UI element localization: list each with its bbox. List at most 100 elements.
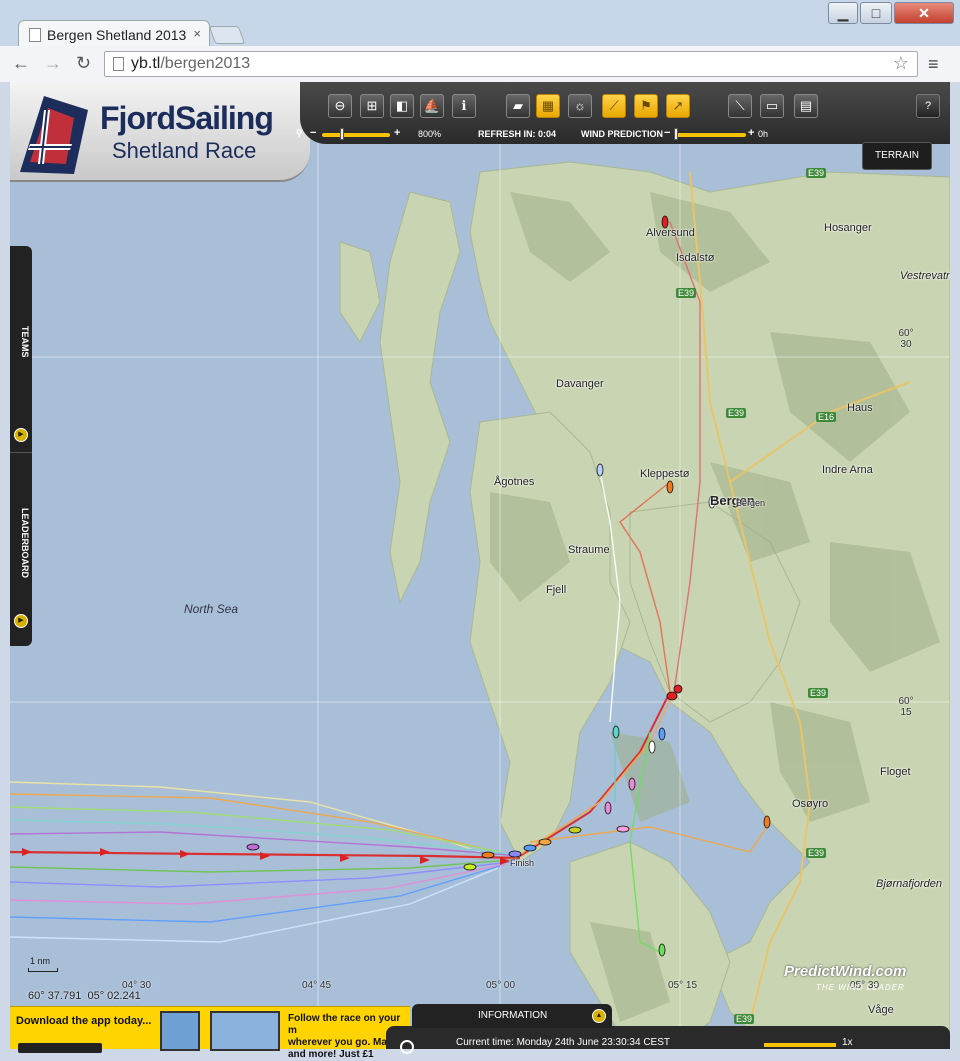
- place-label: Bjørnafjorden: [876, 878, 943, 890]
- star-icon[interactable]: ☆: [893, 53, 909, 74]
- forward-button[interactable]: →: [44, 53, 62, 74]
- divider: [10, 452, 32, 453]
- zoom-box-icon[interactable]: ⊞: [360, 94, 384, 118]
- wind-icon[interactable]: ↗: [666, 94, 690, 118]
- page-icon: [113, 57, 124, 71]
- wind-minus-button[interactable]: −: [664, 127, 670, 139]
- minimize-button[interactable]: ▁: [828, 2, 858, 24]
- finish-label: Finish: [510, 858, 535, 868]
- zoom-minus-button[interactable]: −: [310, 127, 316, 139]
- window-close-button[interactable]: ✕: [894, 2, 954, 24]
- road-shield: E39: [806, 168, 827, 178]
- wind-hours: 0h: [758, 129, 769, 139]
- place-label: Haus: [847, 402, 873, 414]
- zoom-plus-button[interactable]: +: [394, 127, 400, 139]
- info-icon[interactable]: ℹ: [452, 94, 476, 118]
- ruler-icon[interactable]: ⟋: [602, 94, 626, 118]
- place-label: Straume: [568, 544, 610, 556]
- browser-toolbar: ← → ↻ yb.tl/bergen2013 ☆ ≡: [0, 46, 960, 82]
- terrain-button[interactable]: TERRAIN: [862, 142, 932, 170]
- leaderboard-tab[interactable]: LEADERBOARD: [12, 508, 30, 578]
- new-tab-button[interactable]: [208, 26, 246, 44]
- app-advert[interactable]: Download the app today... Follow the rac…: [10, 1006, 410, 1060]
- place-label: Ågotnes: [494, 476, 535, 488]
- sea-label: North Sea: [184, 602, 239, 616]
- tablet-icon[interactable]: ▭: [760, 94, 784, 118]
- sail-logo-icon: [20, 96, 88, 174]
- longitude-label: 04° 45: [302, 980, 332, 991]
- map-controls: ⊖ ⊞ ◧ ⛵ ℹ ▰ ▦ ☼ ⟋ ⚑ ↗ ⟍ ▭ ▤ ⚲ − + 800% R…: [296, 82, 950, 144]
- race-logo: FjordSailing Shetland Race: [10, 82, 310, 182]
- url-text[interactable]: yb.tl/bergen2013: [131, 55, 250, 73]
- latitude-label: 60° 15: [898, 696, 914, 718]
- chevron-right-icon[interactable]: ▶: [14, 428, 28, 442]
- place-label: Kleppestø: [640, 468, 690, 480]
- place-label: Fjell: [546, 584, 567, 596]
- cursor-lon: 05° 02.241: [87, 990, 141, 1002]
- chevron-up-icon[interactable]: ▲: [592, 1009, 606, 1023]
- menu-icon[interactable]: ≡: [928, 54, 939, 75]
- cursor-lat: 60° 37.791: [28, 990, 82, 1002]
- scale-label: 1 nm: [30, 956, 51, 966]
- information-tab[interactable]: INFORMATION ▲: [412, 1004, 612, 1028]
- road-shield: E39: [806, 848, 827, 858]
- information-label: INFORMATION: [478, 1010, 548, 1021]
- place-label: Indre Arna: [822, 464, 873, 476]
- help-button[interactable]: ?: [916, 94, 940, 118]
- place-label: Våge: [868, 1004, 894, 1016]
- url-host: yb.tl: [131, 55, 161, 72]
- place-label: Bergen: [736, 498, 766, 508]
- place-label: Osøyro: [792, 798, 829, 810]
- place-label: Davanger: [556, 378, 604, 390]
- sun-icon[interactable]: ☼: [568, 94, 592, 118]
- scale-bar: [28, 968, 58, 972]
- tab-strip: Bergen Shetland 2013 × ▁ □ ✕: [0, 0, 960, 48]
- flag-icon[interactable]: ⚑: [634, 94, 658, 118]
- close-icon[interactable]: ×: [193, 26, 201, 41]
- maximize-button[interactable]: □: [860, 2, 892, 24]
- wind-slider[interactable]: [674, 133, 746, 137]
- tab-title: Bergen Shetland 2013: [47, 27, 187, 43]
- advert-button[interactable]: [18, 1043, 102, 1053]
- chevron-right-icon[interactable]: ▶: [14, 614, 28, 628]
- road-shield: E39: [808, 688, 829, 698]
- terrain-icon[interactable]: ▰: [506, 94, 530, 118]
- back-button[interactable]: ←: [12, 53, 30, 74]
- boat-icon[interactable]: ⛵: [420, 94, 444, 118]
- advert-text: Download the app today...: [16, 1015, 152, 1027]
- map-terrain: [10, 82, 950, 1049]
- refresh-countdown: REFRESH IN: 0:04: [478, 129, 557, 139]
- reload-button[interactable]: ↻: [76, 53, 91, 74]
- logo-title: FjordSailing: [100, 100, 274, 136]
- place-label: Vestrevatn: [900, 270, 950, 282]
- wind-plus-button[interactable]: +: [748, 127, 754, 139]
- wind-slider-handle[interactable]: [674, 128, 678, 140]
- search-icon: ⚲: [296, 128, 303, 138]
- measure-icon[interactable]: ⟍: [728, 94, 752, 118]
- zoom-slider-handle[interactable]: [340, 128, 345, 140]
- road-shield: E39: [734, 1014, 755, 1024]
- zoom-slider[interactable]: [322, 133, 390, 137]
- place-label: Isdalstø: [676, 252, 715, 264]
- race-map[interactable]: Alversund Isdalstø Hosanger Vestrevatn D…: [10, 82, 950, 1049]
- page-icon: [29, 28, 41, 42]
- playback-slider[interactable]: [764, 1043, 836, 1047]
- zoom-level: 800%: [418, 129, 442, 139]
- teams-tab[interactable]: TEAMS: [12, 326, 30, 358]
- playback-speed[interactable]: 1x: [842, 1037, 853, 1048]
- longitude-label: 05° 15: [668, 980, 698, 991]
- layers-icon[interactable]: ◧: [390, 94, 414, 118]
- logo-subtitle: Shetland Race: [112, 138, 257, 163]
- address-bar[interactable]: yb.tl/bergen2013 ☆: [104, 51, 918, 77]
- grid-icon[interactable]: ▦: [536, 94, 560, 118]
- url-path: /bergen2013: [160, 55, 251, 72]
- current-time: Current time: Monday 24th June 23:30:34 …: [456, 1037, 671, 1048]
- zoom-out-icon[interactable]: ⊖: [328, 94, 352, 118]
- chat-icon[interactable]: ▤: [794, 94, 818, 118]
- side-panel: TEAMS ▶ LEADERBOARD ▶: [10, 246, 32, 646]
- predictwind-logo: PredictWind.com: [784, 963, 907, 980]
- road-shield: E16: [816, 412, 837, 422]
- browser-tab[interactable]: Bergen Shetland 2013 ×: [18, 20, 210, 48]
- place-label: Hosanger: [824, 222, 872, 234]
- play-icon[interactable]: [400, 1040, 414, 1054]
